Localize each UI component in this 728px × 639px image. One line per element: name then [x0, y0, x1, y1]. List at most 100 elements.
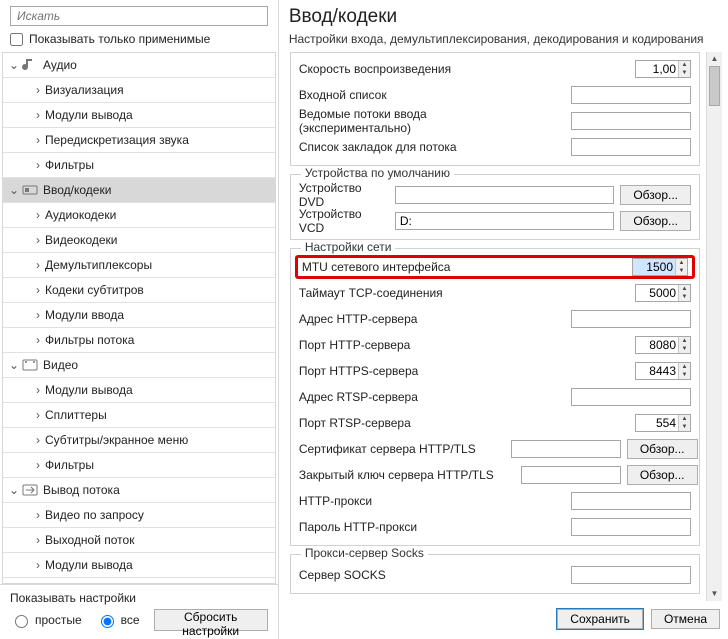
bookmarks-label: Список закладок для потока: [299, 140, 499, 154]
stream-icon: [21, 481, 39, 499]
chevron-right-icon[interactable]: ›: [31, 408, 45, 422]
vcd-input[interactable]: [395, 212, 615, 230]
chevron-down-icon[interactable]: ⌄: [7, 58, 21, 72]
chevron-down-icon[interactable]: ⌄: [7, 483, 21, 497]
tls-cert-browse-button[interactable]: Обзор...: [627, 439, 698, 459]
http-addr-input[interactable]: [571, 310, 691, 328]
vcd-browse-button[interactable]: Обзор...: [620, 211, 691, 231]
socks-group-title: Прокси-сервер Socks: [301, 546, 428, 560]
chevron-down-icon[interactable]: ⌄: [7, 183, 21, 197]
chevron-right-icon[interactable]: ›: [31, 208, 45, 222]
scrollbar-thumb[interactable]: [709, 66, 720, 106]
tree-item-label: Кодеки субтитров: [45, 283, 144, 297]
tree-item-7[interactable]: ›Видеокодеки: [3, 228, 275, 253]
vertical-scrollbar[interactable]: ▲ ▼: [706, 52, 722, 601]
chevron-right-icon[interactable]: ›: [31, 433, 45, 447]
chevron-right-icon[interactable]: ›: [31, 458, 45, 472]
tree-item-20[interactable]: ›Модули вывода: [3, 553, 275, 578]
tree-item-label: Визуализация: [45, 83, 124, 97]
bookmarks-input[interactable]: [571, 138, 691, 156]
network-group-title: Настройки сети: [301, 240, 396, 254]
tree-item-label: Ввод/кодеки: [43, 183, 111, 197]
chevron-down-icon[interactable]: ▼: [707, 587, 722, 601]
tree-item-15[interactable]: ›Субтитры/экранное меню: [3, 428, 275, 453]
tree-item-label: Модули вывода: [45, 108, 133, 122]
socks-server-label: Сервер SOCKS: [299, 568, 499, 582]
tree-item-14[interactable]: ›Сплиттеры: [3, 403, 275, 428]
page-subtitle: Настройки входа, демультиплексирования, …: [289, 32, 722, 46]
sidebar-footer: Показывать настройки простые все Сбросит…: [0, 584, 278, 639]
chevron-right-icon[interactable]: ›: [31, 258, 45, 272]
tree-item-19[interactable]: ›Выходной поток: [3, 528, 275, 553]
tree-item-1[interactable]: ›Визуализация: [3, 78, 275, 103]
radio-all[interactable]: все: [96, 612, 140, 628]
tree-item-label: Видео: [43, 358, 78, 372]
dvd-input[interactable]: [395, 186, 615, 204]
chevron-right-icon[interactable]: ›: [31, 283, 45, 297]
network-group: Настройки сети MTU сетевого интерфейса ▲…: [290, 248, 700, 546]
tree-item-4[interactable]: ›Фильтры: [3, 153, 275, 178]
tree-item-label: Модули ввода: [45, 308, 124, 322]
reset-button[interactable]: Сбросить настройки: [154, 609, 268, 631]
chevron-right-icon[interactable]: ›: [31, 333, 45, 347]
tree-item-6[interactable]: ›Аудиокодеки: [3, 203, 275, 228]
tree-item-10[interactable]: ›Модули ввода: [3, 303, 275, 328]
tree-item-13[interactable]: ›Модули вывода: [3, 378, 275, 403]
slave-inputs-input[interactable]: [571, 112, 691, 130]
settings-tree[interactable]: ⌄Аудио›Визуализация›Модули вывода›Переди…: [2, 52, 276, 584]
tree-item-8[interactable]: ›Демультиплексоры: [3, 253, 275, 278]
http-addr-label: Адрес HTTP-сервера: [299, 312, 499, 326]
tree-item-label: Аудио: [43, 58, 77, 72]
spin-arrows[interactable]: ▲▼: [675, 259, 687, 275]
mtu-row: MTU сетевого интерфейса ▲▼: [295, 255, 695, 279]
tree-item-label: Видеокодеки: [45, 233, 117, 247]
chevron-right-icon[interactable]: ›: [31, 108, 45, 122]
tree-item-0[interactable]: ⌄ Аудио: [3, 53, 275, 78]
chevron-up-icon[interactable]: ▲: [707, 52, 722, 66]
cancel-button[interactable]: Отмена: [651, 609, 720, 629]
http-proxy-pass-input[interactable]: [571, 518, 691, 536]
chevron-right-icon[interactable]: ›: [31, 508, 45, 522]
main-panel: Ввод/кодеки Настройки входа, демультипле…: [279, 0, 728, 639]
socks-server-input[interactable]: [571, 566, 691, 584]
dvd-browse-button[interactable]: Обзор...: [620, 185, 691, 205]
tree-item-18[interactable]: ›Видео по запросу: [3, 503, 275, 528]
input-list-label: Входной список: [299, 88, 499, 102]
chevron-right-icon[interactable]: ›: [31, 533, 45, 547]
chevron-right-icon[interactable]: ›: [31, 233, 45, 247]
tree-item-3[interactable]: ›Передискретизация звука: [3, 128, 275, 153]
chevron-down-icon[interactable]: ⌄: [7, 358, 21, 372]
chevron-right-icon[interactable]: ›: [31, 383, 45, 397]
only-applicable-checkbox[interactable]: [10, 33, 23, 46]
tree-item-label: Видео по запросу: [45, 508, 144, 522]
spin-arrows[interactable]: ▲▼: [678, 61, 690, 77]
http-proxy-input[interactable]: [571, 492, 691, 510]
input-list-input[interactable]: [571, 86, 691, 104]
dvd-label: Устройство DVD: [299, 181, 389, 209]
chevron-right-icon[interactable]: ›: [31, 83, 45, 97]
http-proxy-pass-label: Пароль HTTP-прокси: [299, 520, 499, 534]
vcd-label: Устройство VCD: [299, 207, 389, 235]
rtsp-addr-input[interactable]: [571, 388, 691, 406]
radio-simple[interactable]: простые: [10, 612, 82, 628]
chevron-right-icon[interactable]: ›: [31, 158, 45, 172]
tree-item-9[interactable]: ›Кодеки субтитров: [3, 278, 275, 303]
tree-item-5[interactable]: ⌄ Ввод/кодеки: [3, 178, 275, 203]
chevron-right-icon[interactable]: ›: [31, 133, 45, 147]
tree-item-17[interactable]: ⌄ Вывод потока: [3, 478, 275, 503]
tree-item-2[interactable]: ›Модули вывода: [3, 103, 275, 128]
tls-key-input[interactable]: [521, 466, 621, 484]
playback-speed-label: Скорость воспроизведения: [299, 62, 499, 76]
chevron-right-icon[interactable]: ›: [31, 558, 45, 572]
tls-cert-input[interactable]: [511, 440, 621, 458]
tree-item-11[interactable]: ›Фильтры потока: [3, 328, 275, 353]
mtu-label: MTU сетевого интерфейса: [302, 260, 502, 274]
chevron-right-icon[interactable]: ›: [31, 308, 45, 322]
tls-key-browse-button[interactable]: Обзор...: [627, 465, 698, 485]
search-input[interactable]: [10, 6, 268, 26]
tree-item-12[interactable]: ⌄ Видео: [3, 353, 275, 378]
tree-item-16[interactable]: ›Фильтры: [3, 453, 275, 478]
tree-item-label: Модули вывода: [45, 383, 133, 397]
save-button[interactable]: Сохранить: [557, 609, 643, 629]
tree-item-label: Вывод потока: [43, 483, 120, 497]
